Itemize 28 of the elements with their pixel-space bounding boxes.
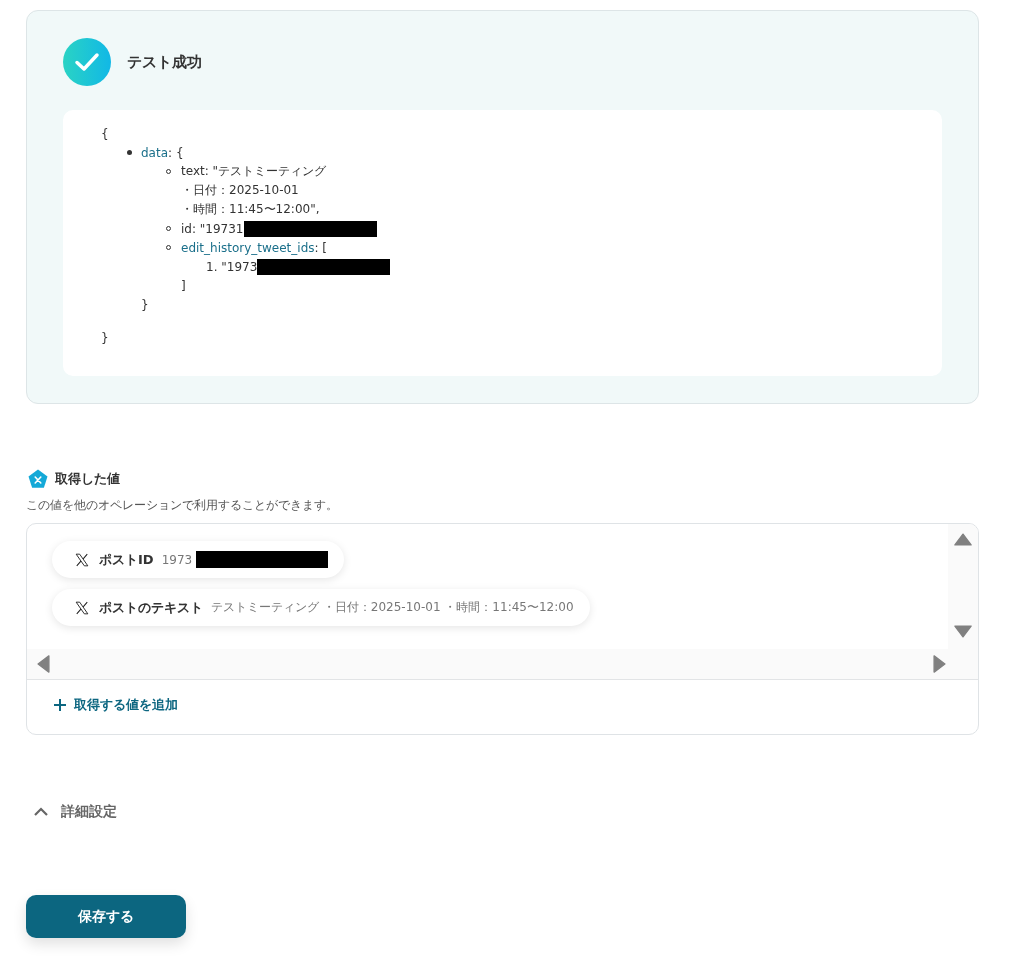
code-line: data: { (141, 145, 184, 160)
advanced-settings-toggle[interactable]: 詳細設定 (34, 803, 117, 821)
scroll-right-icon[interactable] (933, 655, 946, 673)
code-line: ・日付：2025-10-01 (181, 182, 299, 199)
x-logo-icon (75, 552, 89, 567)
x-logo-icon (75, 600, 89, 615)
value-chip[interactable]: ポストID 1973 (52, 541, 345, 578)
scroll-up-icon[interactable] (954, 533, 972, 546)
code-line: } (141, 297, 149, 312)
code-line: } (101, 330, 109, 345)
scroll-down-icon[interactable] (954, 625, 972, 638)
code-line: ・時間：11:45〜12:00", (181, 201, 320, 218)
result-title: テスト成功 (127, 52, 202, 72)
code-line: ] (181, 278, 186, 293)
success-check-icon (63, 38, 111, 86)
scroll-left-icon[interactable] (37, 655, 50, 673)
add-value-link[interactable]: 取得する値を追加 (53, 696, 178, 714)
pentagon-icon (28, 469, 48, 489)
code-line: 1. "1973 (206, 259, 258, 274)
save-button[interactable]: 保存する (26, 895, 186, 938)
code-line: { (101, 126, 109, 141)
code-line: text: "テストミーティング (181, 163, 327, 180)
section-description: この値を他のオペレーションで利用することができます。 (26, 497, 339, 514)
code-line: id: "19731 (181, 221, 244, 236)
plus-icon (53, 698, 67, 712)
section-title: 取得した値 (55, 470, 120, 488)
value-chip[interactable]: ポストのテキスト テストミーティング ・日付：2025-10-01 ・時間：11:45〜12:00 (52, 589, 590, 626)
code-line: edit_history_tweet_ids: [ (181, 240, 328, 255)
